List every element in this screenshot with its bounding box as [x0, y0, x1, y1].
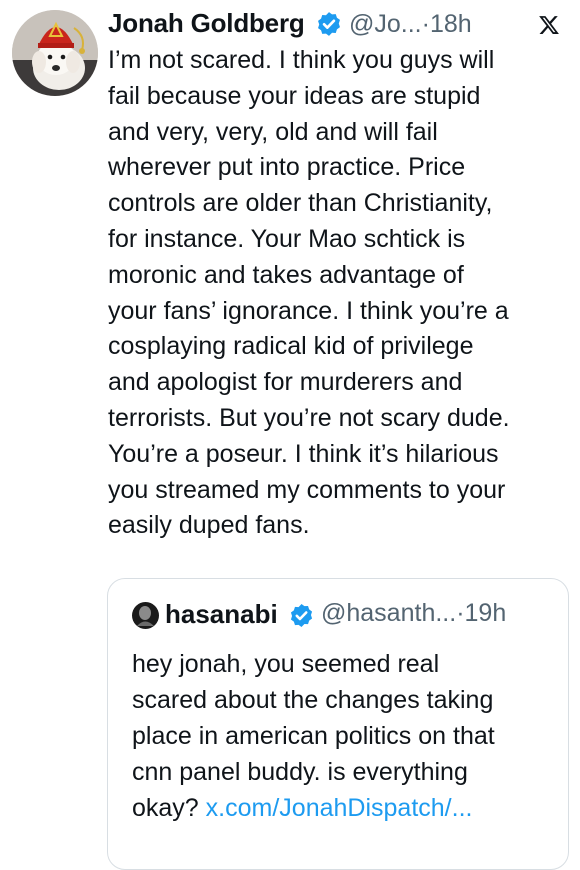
- author-handle-time: @Jo...·18h: [349, 10, 472, 39]
- tweet-line: I’m not scared. I think you guys will: [108, 46, 495, 74]
- quoted-line-last: okay? x.com/JonahDispatch/...: [132, 790, 557, 826]
- tweet-line: for instance. Your Mao schtick is: [108, 224, 466, 253]
- author-handle[interactable]: @Jo...: [349, 10, 422, 38]
- tweet-line: and apologist for murderers and: [108, 368, 463, 397]
- quoted-tweet-text: hey jonah, you seemed real scared about …: [132, 646, 557, 826]
- quoted-tweet-card[interactable]: hasanabi @hasanth...·19h hey jonah, you …: [107, 578, 569, 870]
- quoted-tweet-time[interactable]: 19h: [465, 599, 507, 627]
- tweet-time[interactable]: 18h: [430, 10, 472, 38]
- author-name[interactable]: Jonah Goldberg: [108, 8, 305, 39]
- separator: ·: [421, 10, 430, 38]
- tweet-line: wherever put into practice. Price: [108, 153, 466, 182]
- tweet-line: cosplaying radical kid of privilege: [108, 332, 474, 361]
- separator: ·: [456, 599, 465, 627]
- tweet-line: fail because your ideas are stupid: [108, 81, 481, 110]
- quoted-author-handle[interactable]: @hasanth...: [321, 599, 456, 627]
- quoted-line: place in american politics on that: [132, 722, 495, 750]
- x-logo-icon: [538, 14, 560, 36]
- tweet-line: controls are older than Christianity,: [108, 189, 493, 218]
- quoted-line: hey jonah, you seemed real: [132, 650, 440, 678]
- quoted-link[interactable]: x.com/JonahDispatch/...: [206, 794, 473, 822]
- quoted-author-avatar[interactable]: [132, 602, 159, 629]
- quoted-line: cnn panel buddy. is everything: [132, 758, 468, 786]
- tweet-line: moronic and takes advantage of: [108, 260, 464, 289]
- tweet-line: terrorists. But you’re not scary dude.: [108, 403, 510, 432]
- quoted-handle-time: @hasanth...·19h: [321, 599, 506, 628]
- verified-badge-icon: [315, 10, 343, 38]
- author-avatar[interactable]: [12, 10, 98, 96]
- tweet-line: you streamed my comments to your: [108, 475, 506, 504]
- tweet-line: and very, very, old and will fail: [108, 117, 438, 146]
- tweet-line: You’re a poseur. I think it’s hilarious: [108, 439, 499, 468]
- tweet-line: easily duped fans.: [108, 511, 310, 540]
- verified-badge-icon: [288, 602, 315, 629]
- tweet-header: Jonah Goldberg @Jo...·18h: [108, 6, 566, 40]
- tweet-line: your fans’ ignorance. I think you’re a: [108, 296, 509, 325]
- quoted-line: scared about the changes taking: [132, 686, 494, 714]
- tweet-text: I’m not scared. I think you guys will fa…: [108, 43, 570, 544]
- quoted-line-text: okay?: [132, 794, 206, 822]
- quoted-author-name[interactable]: hasanabi: [165, 599, 278, 630]
